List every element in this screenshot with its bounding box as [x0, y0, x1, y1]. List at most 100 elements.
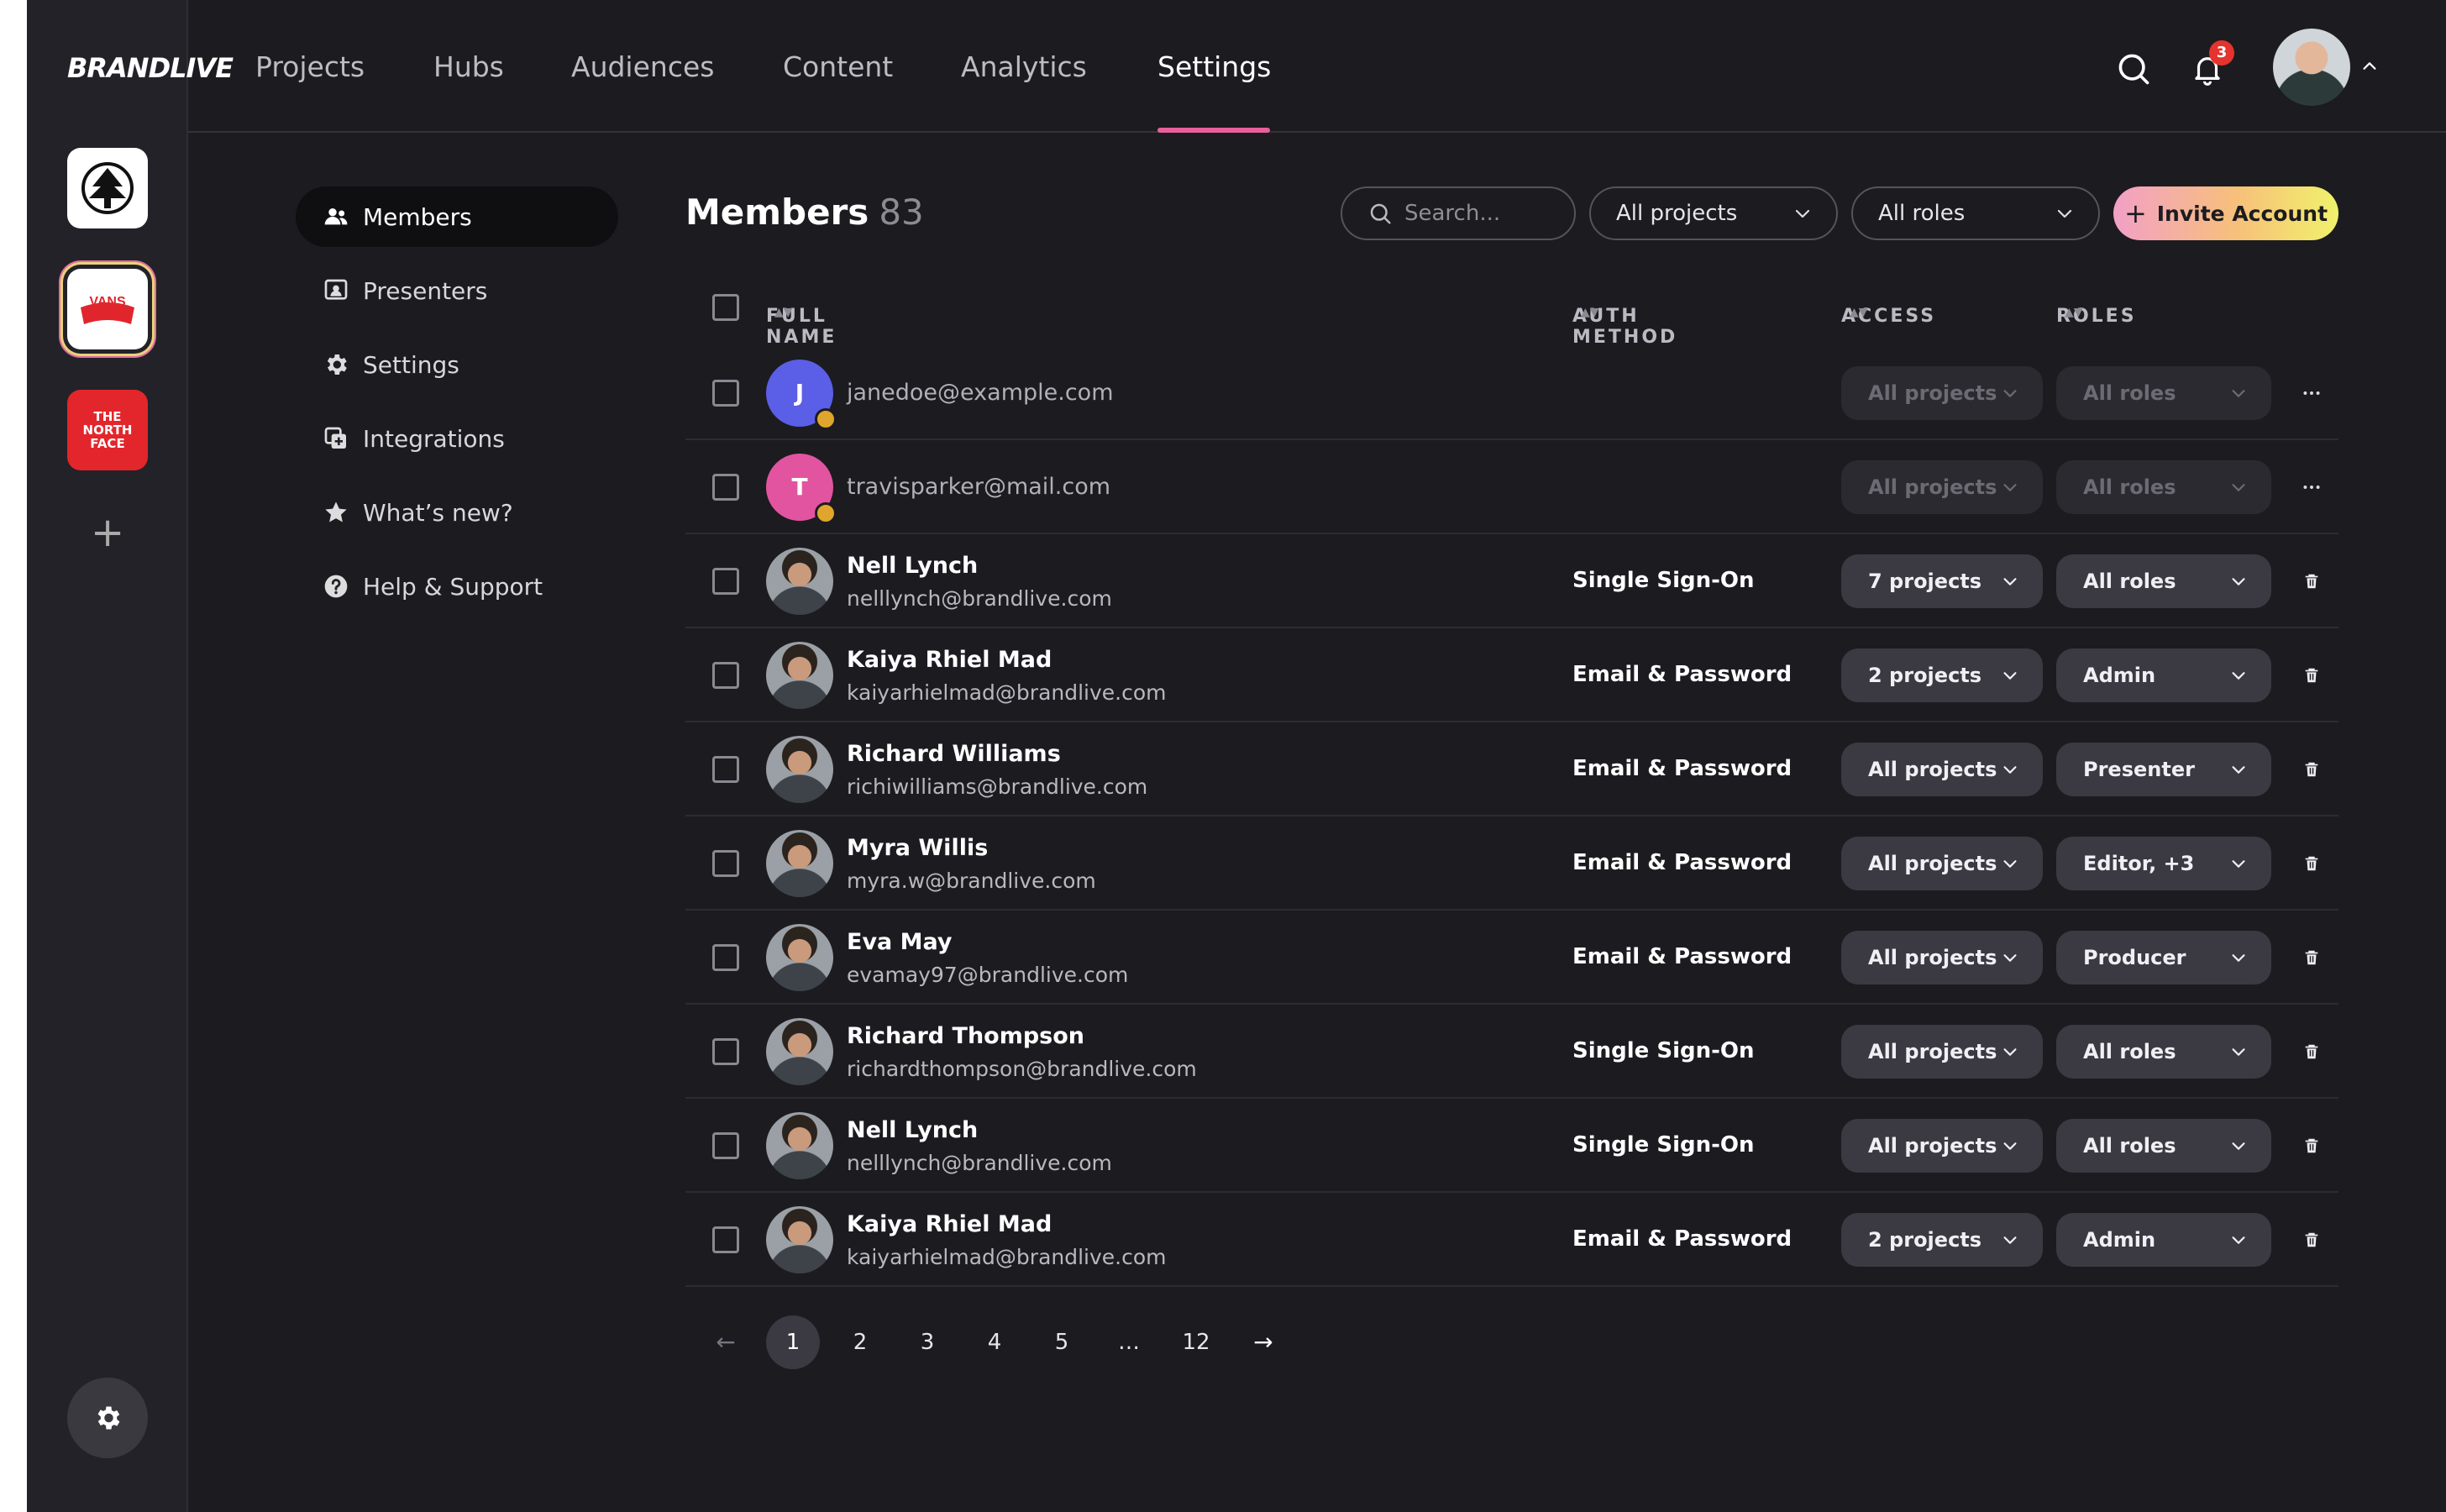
member-avatar	[766, 924, 833, 991]
access-select[interactable]: All projects	[1841, 931, 2043, 984]
member-email: kaiyarhielmad@brandlive.com	[847, 1245, 1167, 1269]
workspace-settings-button[interactable]	[67, 1378, 148, 1458]
app-logo[interactable]: BRANDLIVE	[67, 49, 234, 87]
row-checkbox[interactable]	[712, 1226, 739, 1253]
pending-invite-icon	[815, 408, 837, 430]
access-select[interactable]: 7 projects	[1841, 554, 2043, 608]
row-checkbox[interactable]	[712, 380, 739, 407]
role-select[interactable]: All roles	[2056, 1119, 2271, 1173]
search-input[interactable]	[1404, 201, 1556, 226]
nav-settings[interactable]: Settings	[1157, 47, 1271, 87]
brand-the-north-face[interactable]: THE NORTH FACE	[67, 390, 148, 470]
role-value: All roles	[2083, 1134, 2176, 1158]
row-more-button[interactable]	[2298, 380, 2325, 407]
chevron-down-icon	[2232, 1048, 2245, 1056]
delete-member-button[interactable]	[2298, 568, 2325, 595]
row-checkbox[interactable]	[712, 1132, 739, 1159]
delete-member-button[interactable]	[2298, 1226, 2325, 1253]
select-all-checkbox[interactable]	[712, 294, 739, 321]
access-select[interactable]: All projects	[1841, 743, 2043, 796]
row-checkbox[interactable]	[712, 662, 739, 689]
nav-analytics[interactable]: Analytics	[961, 47, 1087, 87]
next-page-button[interactable]: →	[1236, 1315, 1290, 1369]
brand-timberland[interactable]	[67, 148, 148, 228]
page-button[interactable]: 12	[1169, 1315, 1223, 1369]
role-select[interactable]: Presenter	[2056, 743, 2271, 796]
chevron-down-icon	[2232, 954, 2245, 962]
member-avatar	[766, 1018, 833, 1085]
subnav-members[interactable]: Members	[296, 186, 618, 247]
page-button[interactable]: 2	[833, 1315, 887, 1369]
access-select[interactable]: All projects	[1841, 837, 2043, 890]
role-select[interactable]: Admin	[2056, 1213, 2271, 1267]
table-row: Myra Willis myra.w@brandlive.com Email & P…	[685, 816, 2338, 911]
member-avatar	[766, 736, 833, 803]
account-menu-toggle[interactable]	[2360, 57, 2379, 79]
chevron-down-icon	[2232, 672, 2245, 680]
chevron-up-icon	[2363, 62, 2376, 70]
nav-projects[interactable]: Projects	[255, 47, 365, 87]
row-checkbox[interactable]	[712, 756, 739, 783]
star-icon	[325, 501, 347, 522]
delete-member-button[interactable]	[2298, 756, 2325, 783]
invite-account-button[interactable]: + Invite Account	[2113, 186, 2338, 240]
nav-content[interactable]: Content	[783, 47, 893, 87]
access-select[interactable]: 2 projects	[1841, 1213, 2043, 1267]
pending-invite-icon	[815, 502, 837, 524]
access-select[interactable]: All projects	[1841, 366, 2043, 420]
delete-member-button[interactable]	[2298, 1132, 2325, 1159]
delete-member-button[interactable]	[2298, 662, 2325, 689]
subnav-help-support[interactable]: Help & Support	[296, 556, 618, 617]
page-button[interactable]: 5	[1035, 1315, 1089, 1369]
sort-icon: ▲▼	[1850, 306, 1868, 319]
subnav-whats-new[interactable]: What’s new?	[296, 482, 618, 543]
projects-filter-select[interactable]: All projects	[1589, 186, 1838, 240]
role-select[interactable]: All roles	[2056, 460, 2271, 514]
gear-icon	[327, 354, 347, 375]
member-avatar: T	[766, 454, 837, 524]
member-email: evamay97@brandlive.com	[847, 963, 1129, 987]
user-avatar[interactable]	[2273, 29, 2350, 106]
nav-hubs[interactable]: Hubs	[433, 47, 504, 87]
delete-member-button[interactable]	[2298, 850, 2325, 877]
roles-filter-select[interactable]: All roles	[1851, 186, 2100, 240]
search-button[interactable]	[2113, 49, 2154, 89]
add-brand-button[interactable]: +	[91, 512, 124, 553]
nav-audiences[interactable]: Audiences	[571, 47, 714, 87]
row-checkbox[interactable]	[712, 1038, 739, 1065]
role-select[interactable]: Admin	[2056, 648, 2271, 702]
access-value: All projects	[1868, 946, 1997, 969]
access-select[interactable]: 2 projects	[1841, 648, 2043, 702]
brand-vans[interactable]: VANS	[67, 269, 148, 349]
row-more-button[interactable]	[2298, 474, 2325, 501]
subnav-settings[interactable]: Settings	[296, 334, 618, 395]
page-button[interactable]: 1	[766, 1315, 820, 1369]
role-select[interactable]: All roles	[2056, 366, 2271, 420]
subnav-presenters[interactable]: Presenters	[296, 260, 618, 321]
previous-page-button[interactable]: ←	[699, 1315, 753, 1369]
role-select[interactable]: All roles	[2056, 554, 2271, 608]
access-select[interactable]: All projects	[1841, 460, 2043, 514]
auth-method: Single Sign-On	[1572, 1132, 1755, 1158]
page-button[interactable]: 3	[900, 1315, 954, 1369]
search-field[interactable]	[1341, 186, 1576, 240]
presenter-icon	[324, 279, 348, 300]
role-select[interactable]: Producer	[2056, 931, 2271, 984]
table-row: Ttravisparker@mail.com All projects All ro…	[685, 440, 2338, 534]
trash-icon	[2305, 574, 2318, 589]
member-name: Nell Lynch	[847, 1117, 979, 1143]
row-checkbox[interactable]	[712, 850, 739, 877]
delete-member-button[interactable]	[2298, 944, 2325, 971]
row-checkbox[interactable]	[712, 944, 739, 971]
access-select[interactable]: All projects	[1841, 1119, 2043, 1173]
page-button[interactable]: 4	[968, 1315, 1021, 1369]
role-select[interactable]: Editor, +3	[2056, 837, 2271, 890]
role-select[interactable]: All roles	[2056, 1025, 2271, 1079]
auth-method: Single Sign-On	[1572, 568, 1755, 593]
row-checkbox[interactable]	[712, 568, 739, 595]
row-checkbox[interactable]	[712, 474, 739, 501]
delete-member-button[interactable]	[2298, 1038, 2325, 1065]
chevron-down-icon	[2057, 209, 2072, 218]
subnav-integrations[interactable]: Integrations	[296, 408, 618, 469]
access-select[interactable]: All projects	[1841, 1025, 2043, 1079]
